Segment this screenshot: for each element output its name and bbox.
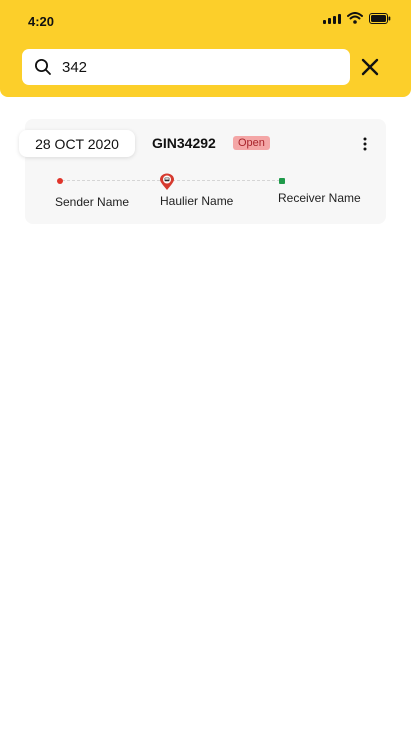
more-vertical-icon[interactable]: [358, 136, 372, 152]
app-header: 4:20: [0, 0, 411, 97]
search-icon: [35, 59, 51, 75]
receiver-name: Receiver Name: [278, 191, 361, 205]
shipment-date: 28 OCT 2020: [19, 130, 135, 157]
haulier-pin-icon: [160, 173, 174, 190]
receiver-dot-icon: [279, 178, 285, 184]
status-time: 4:20: [28, 14, 55, 29]
signal-icon: [323, 13, 341, 24]
status-badge: Open: [233, 136, 270, 150]
search-input[interactable]: [62, 49, 342, 85]
shipment-id: GIN34292: [152, 135, 216, 151]
search-bar[interactable]: [22, 49, 350, 85]
sender-dot-icon: [57, 178, 63, 184]
close-icon[interactable]: [358, 55, 382, 79]
status-icons: [323, 12, 391, 24]
battery-icon: [369, 12, 391, 24]
wifi-icon: [347, 12, 363, 24]
haulier-name: Haulier Name: [160, 194, 234, 208]
sender-name: Sender Name: [55, 195, 130, 209]
